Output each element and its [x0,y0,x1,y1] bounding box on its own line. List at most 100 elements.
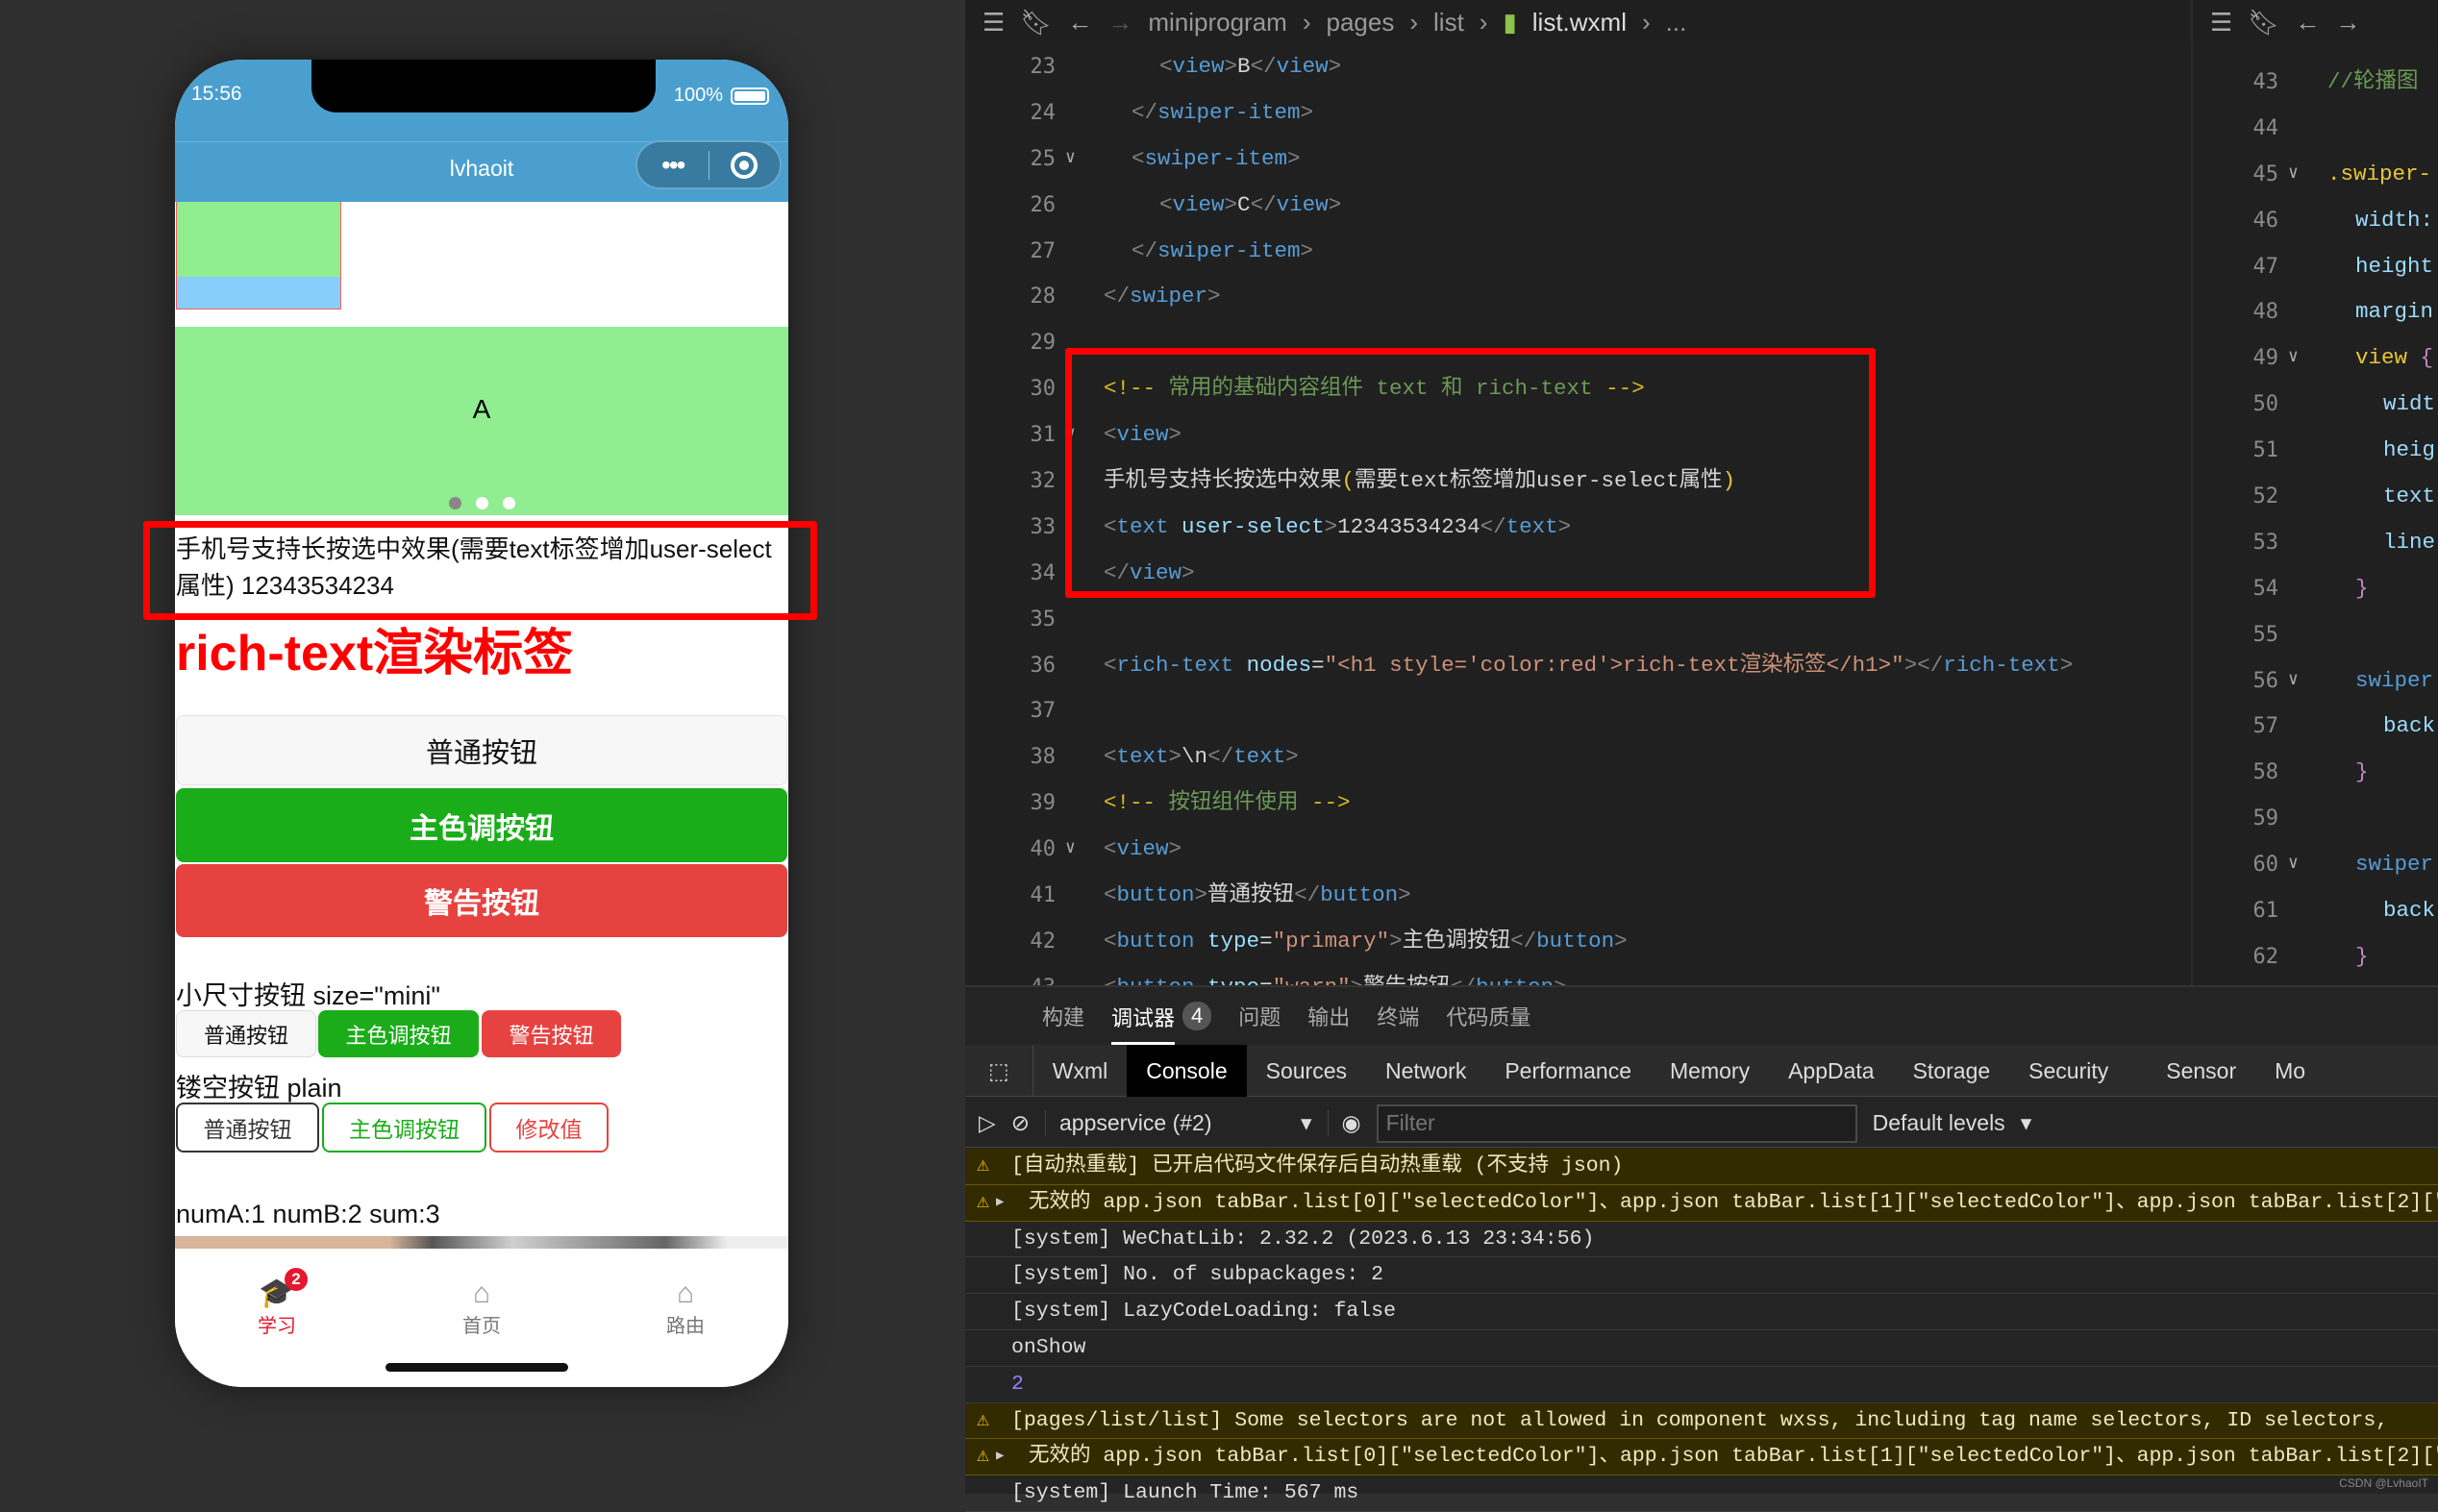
tab-output[interactable]: 输出 [1307,1001,1350,1031]
code-line[interactable]: 23 <view>B</view> [965,44,2191,90]
fold-chevron-icon[interactable]: ∨ [2288,152,2299,198]
code-line[interactable]: 49 ∨ view { [2193,335,2438,382]
forward-icon[interactable]: → [2335,8,2360,37]
fold-chevron-icon[interactable]: ∨ [2288,335,2299,382]
code-line[interactable]: 36 <rich-text nodes="<h1 style='color:red… [965,643,2191,689]
code-line[interactable]: 26 <view>C</view> [965,183,2191,229]
tab-console[interactable]: Console [1127,1044,1247,1097]
code-line[interactable]: 35 [965,597,2191,643]
fold-chevron-icon[interactable]: ∨ [1065,827,1076,873]
tab-sensor[interactable]: Sensor [2127,1045,2255,1097]
code-line[interactable]: 27 </swiper-item> [965,229,2191,275]
tab-sources[interactable]: Sources [1247,1045,1366,1097]
expand-caret-icon[interactable]: ▶ [996,1439,1004,1474]
code-editor-secondary[interactable]: ☰ 🔖︎ ← → 43 //轮播图 44 45 ∨ .swiper- 46 width: 47 h… [2191,0,2438,985]
clear-console-icon[interactable]: ⊘ [1011,1110,1030,1136]
breadcrumb-item[interactable]: ... [1666,8,1687,37]
code-line[interactable]: 53 line [2193,520,2438,566]
code-line[interactable]: 62} [2193,934,2438,980]
code-line[interactable]: 55 [2193,612,2438,658]
primary-button[interactable]: 主色调按钮 [176,788,787,862]
code-line[interactable]: 28 </swiper> [965,274,2191,320]
code-line[interactable]: 38 <text>\n</text> [965,734,2191,781]
close-miniprogram-icon[interactable] [709,151,781,179]
fold-chevron-icon[interactable]: ∨ [2288,658,2299,705]
tab-network[interactable]: Network [1366,1045,1485,1097]
chevron-down-icon[interactable]: ▾ [1301,1110,1312,1136]
code-line[interactable]: 39 <!-- 按钮组件使用 --> [965,781,2191,827]
tab-performance[interactable]: Performance [1485,1045,1651,1097]
code-line[interactable]: 41 <button>普通按钮</button> [965,873,2191,919]
code-line[interactable]: 47 height [2193,244,2438,290]
tab-code-quality[interactable]: 代码质量 [1446,1001,1530,1031]
tab-home[interactable]: ⌂ 首页 [424,1277,539,1338]
breadcrumb-item[interactable]: pages [1327,8,1395,37]
code-line[interactable]: 25 ∨ <swiper-item> [965,136,2191,183]
code-line[interactable]: 56 ∨ swiper [2193,658,2438,705]
tab-wxml[interactable]: Wxml [1033,1045,1127,1097]
tab-problems[interactable]: 问题 [1238,1001,1281,1031]
list-icon[interactable]: ☰ [2210,8,2232,37]
tab-memory[interactable]: Memory [1651,1045,1769,1097]
default-button[interactable]: 普通按钮 [176,715,787,785]
code-line[interactable]: 45 ∨ .swiper- [2193,152,2438,198]
code-line[interactable]: 52 text [2193,474,2438,520]
code-line[interactable]: 40 ∨ <view> [965,827,2191,873]
code-line[interactable]: 46 width: [2193,198,2438,244]
filter-input[interactable] [1376,1103,1857,1143]
mini-default-button[interactable]: 普通按钮 [176,1010,316,1057]
code-line[interactable]: 51 heig [2193,428,2438,474]
tab-route[interactable]: ⌂ 路由 [628,1277,743,1338]
back-icon[interactable]: ← [1067,8,1092,37]
tab-build[interactable]: 构建 [1042,1001,1084,1031]
mini-warn-button[interactable]: 警告按钮 [482,1010,621,1057]
breadcrumb-item[interactable]: list.wxml [1532,8,1627,37]
fold-chevron-icon[interactable]: ∨ [1065,136,1076,183]
chevron-down-icon[interactable]: ▾ [2021,1110,2032,1136]
plain-default-button[interactable]: 普通按钮 [176,1103,319,1153]
code-lines[interactable]: 43 //轮播图 44 45 ∨ .swiper- 46 width: 47 height 48 ma… [2193,60,2438,980]
back-icon[interactable]: ← [2295,8,2320,37]
plain-primary-button[interactable]: 主色调按钮 [322,1103,486,1153]
code-line[interactable]: 43 //轮播图 [2193,60,2438,106]
fold-chevron-icon[interactable]: ∨ [2288,842,2299,888]
console-row[interactable]: ⚠ ▶ 无效的 app.json tabBar.list[0]["selectedC… [965,1439,2438,1476]
tab-study[interactable]: 🎓 2 学习 [219,1268,335,1338]
code-line[interactable]: 50 widt [2193,382,2438,428]
bookmark-icon[interactable]: 🔖︎ [2248,8,2279,37]
context-select[interactable]: appservice (#2) [1044,1110,1285,1136]
modify-value-button[interactable]: 修改值 [489,1103,609,1153]
tab-storage[interactable]: Storage [1894,1045,2010,1097]
code-line[interactable]: 58} [2193,750,2438,796]
mini-primary-button[interactable]: 主色调按钮 [318,1010,479,1057]
code-line[interactable]: 37 [965,688,2191,734]
console-row[interactable]: ⚠ ▶ 无效的 app.json tabBar.list[0]["selectedC… [965,1184,2438,1222]
swiper[interactable]: A [175,327,788,515]
tab-terminal[interactable]: 终端 [1377,1001,1419,1031]
code-line[interactable]: 57 back [2193,704,2438,750]
code-line[interactable]: 60 ∨ swiper [2193,842,2438,888]
bookmark-icon[interactable]: 🔖︎ [1020,8,1052,37]
expand-caret-icon[interactable]: ▶ [996,1185,1004,1220]
tab-debugger[interactable]: 调试器 [1111,988,1176,1045]
code-line[interactable]: 59 [2193,796,2438,842]
more-icon[interactable]: ••• [637,151,709,179]
log-levels-select[interactable]: Default levels [1873,1110,2005,1136]
tab-appdata[interactable]: AppData [1769,1045,1894,1097]
small-swiper[interactable] [176,202,341,310]
code-line[interactable]: 44 [2193,106,2438,152]
breadcrumb-item[interactable]: miniprogram [1148,8,1287,37]
warn-button[interactable]: 警告按钮 [176,864,787,937]
code-line[interactable]: 24 </swiper-item> [965,90,2191,136]
breadcrumb-item[interactable]: list [1433,8,1464,37]
sidebar-toggle-icon[interactable]: ▷ [979,1110,996,1136]
code-line[interactable]: 61 back [2193,888,2438,934]
eye-icon[interactable]: ◉ [1327,1110,1361,1136]
tab-security[interactable]: Security [2009,1045,2127,1097]
list-icon[interactable]: ☰ [983,8,1005,37]
code-line[interactable]: 42 <button type="primary">主色调按钮</button> [965,919,2191,965]
forward-icon[interactable]: → [1107,8,1132,37]
tab-more[interactable]: Mo [2255,1045,2325,1097]
code-line[interactable]: 54} [2193,566,2438,612]
inspect-icon[interactable]: ⬚ [965,1044,1033,1097]
